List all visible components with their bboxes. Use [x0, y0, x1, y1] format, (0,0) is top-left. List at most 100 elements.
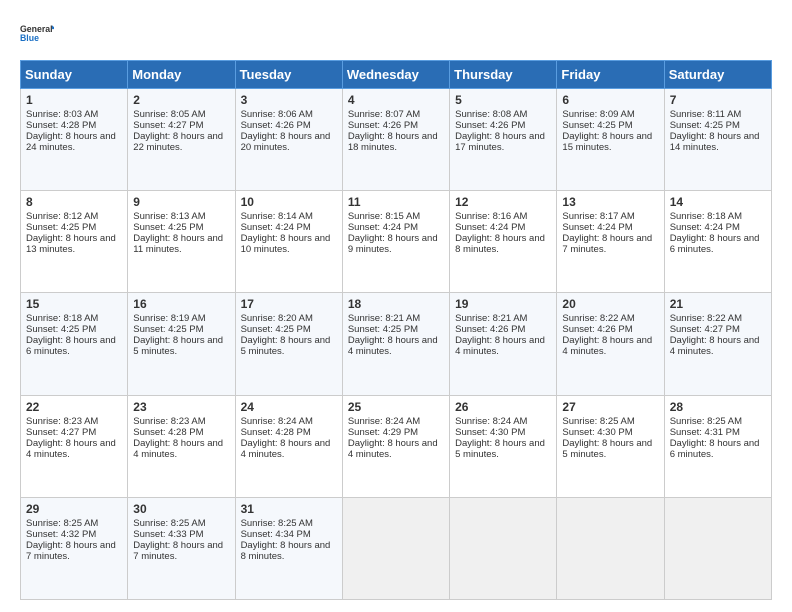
day-header-thursday: Thursday [450, 61, 557, 89]
sunrise-label: Sunrise: 8:25 AM [241, 518, 313, 529]
sunrise-label: Sunrise: 8:21 AM [348, 313, 420, 324]
sunrise-label: Sunrise: 8:20 AM [241, 313, 313, 324]
sunset-label: Sunset: 4:33 PM [133, 529, 203, 540]
calendar-header-row: SundayMondayTuesdayWednesdayThursdayFrid… [21, 61, 772, 89]
sunrise-label: Sunrise: 8:06 AM [241, 109, 313, 120]
sunset-label: Sunset: 4:27 PM [26, 427, 96, 438]
day-header-sunday: Sunday [21, 61, 128, 89]
sunrise-label: Sunrise: 8:13 AM [133, 211, 205, 222]
sunrise-label: Sunrise: 8:24 AM [348, 416, 420, 427]
day-number: 7 [670, 93, 766, 107]
sunset-label: Sunset: 4:25 PM [241, 324, 311, 335]
sunrise-label: Sunrise: 8:23 AM [133, 416, 205, 427]
daylight-label: Daylight: 8 hours and 7 minutes. [562, 233, 652, 255]
daylight-label: Daylight: 8 hours and 5 minutes. [455, 438, 545, 460]
daylight-label: Daylight: 8 hours and 20 minutes. [241, 131, 331, 153]
day-number: 13 [562, 195, 658, 209]
daylight-label: Daylight: 8 hours and 9 minutes. [348, 233, 438, 255]
calendar-cell: 28 Sunrise: 8:25 AM Sunset: 4:31 PM Dayl… [664, 395, 771, 497]
calendar-cell: 11 Sunrise: 8:15 AM Sunset: 4:24 PM Dayl… [342, 191, 449, 293]
day-number: 10 [241, 195, 337, 209]
daylight-label: Daylight: 8 hours and 4 minutes. [133, 438, 223, 460]
sunset-label: Sunset: 4:25 PM [133, 222, 203, 233]
sunset-label: Sunset: 4:25 PM [133, 324, 203, 335]
day-number: 24 [241, 400, 337, 414]
calendar-cell [664, 497, 771, 599]
day-number: 3 [241, 93, 337, 107]
daylight-label: Daylight: 8 hours and 4 minutes. [670, 335, 760, 357]
sunrise-label: Sunrise: 8:16 AM [455, 211, 527, 222]
day-number: 20 [562, 297, 658, 311]
day-number: 17 [241, 297, 337, 311]
daylight-label: Daylight: 8 hours and 4 minutes. [26, 438, 116, 460]
calendar-cell: 8 Sunrise: 8:12 AM Sunset: 4:25 PM Dayli… [21, 191, 128, 293]
calendar-cell: 6 Sunrise: 8:09 AM Sunset: 4:25 PM Dayli… [557, 89, 664, 191]
sunset-label: Sunset: 4:28 PM [133, 427, 203, 438]
daylight-label: Daylight: 8 hours and 14 minutes. [670, 131, 760, 153]
day-number: 19 [455, 297, 551, 311]
sunset-label: Sunset: 4:25 PM [26, 222, 96, 233]
sunset-label: Sunset: 4:24 PM [348, 222, 418, 233]
day-header-tuesday: Tuesday [235, 61, 342, 89]
sunrise-label: Sunrise: 8:15 AM [348, 211, 420, 222]
sunset-label: Sunset: 4:28 PM [241, 427, 311, 438]
sunset-label: Sunset: 4:24 PM [241, 222, 311, 233]
calendar-cell: 26 Sunrise: 8:24 AM Sunset: 4:30 PM Dayl… [450, 395, 557, 497]
sunset-label: Sunset: 4:25 PM [562, 120, 632, 131]
daylight-label: Daylight: 8 hours and 7 minutes. [26, 540, 116, 562]
day-number: 27 [562, 400, 658, 414]
sunset-label: Sunset: 4:26 PM [455, 120, 525, 131]
sunrise-label: Sunrise: 8:08 AM [455, 109, 527, 120]
calendar-cell: 13 Sunrise: 8:17 AM Sunset: 4:24 PM Dayl… [557, 191, 664, 293]
daylight-label: Daylight: 8 hours and 4 minutes. [241, 438, 331, 460]
sunrise-label: Sunrise: 8:07 AM [348, 109, 420, 120]
sunrise-label: Sunrise: 8:24 AM [241, 416, 313, 427]
sunset-label: Sunset: 4:25 PM [670, 120, 740, 131]
sunset-label: Sunset: 4:30 PM [562, 427, 632, 438]
sunrise-label: Sunrise: 8:11 AM [670, 109, 742, 120]
sunrise-label: Sunrise: 8:14 AM [241, 211, 313, 222]
sunrise-label: Sunrise: 8:23 AM [26, 416, 98, 427]
daylight-label: Daylight: 8 hours and 22 minutes. [133, 131, 223, 153]
sunrise-label: Sunrise: 8:25 AM [26, 518, 98, 529]
calendar-cell: 10 Sunrise: 8:14 AM Sunset: 4:24 PM Dayl… [235, 191, 342, 293]
day-number: 11 [348, 195, 444, 209]
daylight-label: Daylight: 8 hours and 7 minutes. [133, 540, 223, 562]
day-number: 5 [455, 93, 551, 107]
sunrise-label: Sunrise: 8:24 AM [455, 416, 527, 427]
calendar-cell: 24 Sunrise: 8:24 AM Sunset: 4:28 PM Dayl… [235, 395, 342, 497]
calendar-cell: 4 Sunrise: 8:07 AM Sunset: 4:26 PM Dayli… [342, 89, 449, 191]
daylight-label: Daylight: 8 hours and 10 minutes. [241, 233, 331, 255]
sunset-label: Sunset: 4:26 PM [348, 120, 418, 131]
sunrise-label: Sunrise: 8:17 AM [562, 211, 634, 222]
daylight-label: Daylight: 8 hours and 24 minutes. [26, 131, 116, 153]
daylight-label: Daylight: 8 hours and 4 minutes. [455, 335, 545, 357]
calendar-cell: 14 Sunrise: 8:18 AM Sunset: 4:24 PM Dayl… [664, 191, 771, 293]
calendar-table: SundayMondayTuesdayWednesdayThursdayFrid… [20, 60, 772, 600]
calendar-week-2: 8 Sunrise: 8:12 AM Sunset: 4:25 PM Dayli… [21, 191, 772, 293]
daylight-label: Daylight: 8 hours and 8 minutes. [241, 540, 331, 562]
daylight-label: Daylight: 8 hours and 17 minutes. [455, 131, 545, 153]
calendar-cell: 9 Sunrise: 8:13 AM Sunset: 4:25 PM Dayli… [128, 191, 235, 293]
logo-svg: General Blue [20, 16, 54, 50]
daylight-label: Daylight: 8 hours and 4 minutes. [348, 438, 438, 460]
sunset-label: Sunset: 4:24 PM [670, 222, 740, 233]
calendar-cell: 3 Sunrise: 8:06 AM Sunset: 4:26 PM Dayli… [235, 89, 342, 191]
sunset-label: Sunset: 4:30 PM [455, 427, 525, 438]
daylight-label: Daylight: 8 hours and 5 minutes. [133, 335, 223, 357]
sunrise-label: Sunrise: 8:21 AM [455, 313, 527, 324]
calendar-cell [557, 497, 664, 599]
sunrise-label: Sunrise: 8:25 AM [670, 416, 742, 427]
calendar-cell: 18 Sunrise: 8:21 AM Sunset: 4:25 PM Dayl… [342, 293, 449, 395]
calendar-cell: 30 Sunrise: 8:25 AM Sunset: 4:33 PM Dayl… [128, 497, 235, 599]
day-number: 16 [133, 297, 229, 311]
sunrise-label: Sunrise: 8:05 AM [133, 109, 205, 120]
day-number: 18 [348, 297, 444, 311]
calendar-cell: 31 Sunrise: 8:25 AM Sunset: 4:34 PM Dayl… [235, 497, 342, 599]
sunrise-label: Sunrise: 8:18 AM [670, 211, 742, 222]
day-number: 25 [348, 400, 444, 414]
sunset-label: Sunset: 4:25 PM [348, 324, 418, 335]
day-number: 12 [455, 195, 551, 209]
daylight-label: Daylight: 8 hours and 4 minutes. [348, 335, 438, 357]
sunrise-label: Sunrise: 8:03 AM [26, 109, 98, 120]
